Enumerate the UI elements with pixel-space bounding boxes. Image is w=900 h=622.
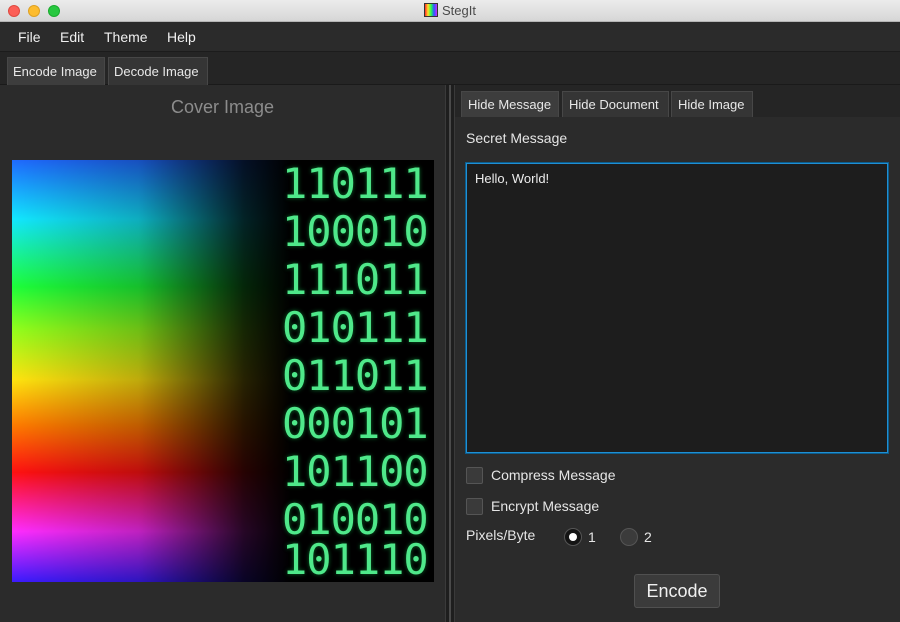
pixels-per-byte-label: Pixels/Byte bbox=[466, 527, 536, 543]
menu-theme[interactable]: Theme bbox=[104, 29, 148, 45]
cover-image-title: Cover Image bbox=[170, 97, 275, 117]
cover-image-panel: Cover Image 110111 100010 111011 010111 … bbox=[0, 85, 445, 622]
binary-row: 101110 bbox=[282, 535, 429, 583]
tab-hide-message[interactable]: Hide Message bbox=[461, 91, 559, 117]
hide-options-panel: Hide Message Hide Document Hide Image Se… bbox=[455, 85, 900, 622]
binary-row: 110111 bbox=[282, 160, 429, 208]
binary-row: 000101 bbox=[282, 399, 429, 448]
encrypt-message-option[interactable]: Encrypt Message bbox=[466, 496, 599, 516]
pixels-radio-2[interactable] bbox=[620, 528, 638, 546]
pixels-radio-2-label: 2 bbox=[644, 529, 652, 545]
binary-row: 101100 bbox=[282, 447, 429, 496]
tab-hide-document[interactable]: Hide Document bbox=[562, 91, 669, 117]
window-title: StegIt bbox=[0, 3, 900, 18]
menu-help[interactable]: Help bbox=[167, 29, 196, 45]
binary-row: 011011 bbox=[282, 351, 429, 400]
menu-bar: File Edit Theme Help bbox=[0, 22, 900, 52]
encrypt-message-checkbox[interactable] bbox=[466, 497, 483, 515]
binary-row: 111011 bbox=[282, 255, 429, 304]
tab-hide-image[interactable]: Hide Image bbox=[671, 91, 753, 117]
app-icon bbox=[424, 3, 439, 17]
tab-decode-image[interactable]: Decode Image bbox=[108, 57, 208, 85]
pixels-radio-1-label: 1 bbox=[588, 529, 596, 545]
compress-message-label: Compress Message bbox=[491, 467, 616, 483]
secret-message-input[interactable] bbox=[466, 163, 888, 453]
menu-edit[interactable]: Edit bbox=[60, 29, 84, 45]
compress-message-option[interactable]: Compress Message bbox=[466, 465, 616, 485]
tab-encode-image[interactable]: Encode Image bbox=[7, 57, 105, 85]
cover-image[interactable]: 110111 100010 111011 010111 011011 00010… bbox=[12, 160, 434, 582]
menu-file[interactable]: File bbox=[18, 29, 41, 45]
title-bar: StegIt bbox=[0, 0, 900, 22]
hide-message-content: Secret Message Compress Message Encrypt … bbox=[455, 117, 900, 622]
compress-message-checkbox[interactable] bbox=[466, 466, 483, 484]
secret-message-label: Secret Message bbox=[466, 130, 568, 146]
hide-tab-bar: Hide Message Hide Document Hide Image bbox=[455, 85, 900, 117]
pixels-radio-1[interactable] bbox=[564, 528, 582, 546]
binary-row: 010111 bbox=[282, 303, 429, 352]
window-title-text: StegIt bbox=[442, 3, 476, 18]
binary-overlay: 110111 100010 111011 010111 011011 00010… bbox=[282, 160, 434, 582]
encode-button[interactable]: Encode bbox=[634, 574, 720, 608]
main-tab-bar: Encode Image Decode Image bbox=[0, 52, 900, 85]
encrypt-message-label: Encrypt Message bbox=[491, 498, 600, 514]
panel-splitter[interactable] bbox=[445, 85, 455, 622]
binary-row: 100010 bbox=[282, 207, 429, 256]
